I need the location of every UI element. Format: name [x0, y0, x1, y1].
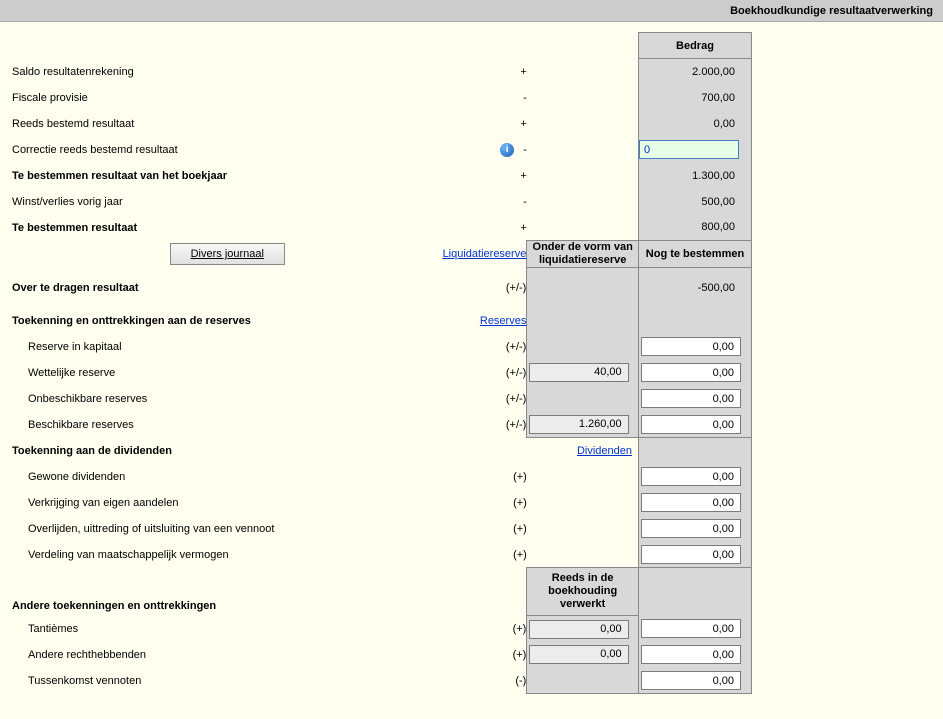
- row-te-best-jaar-label: Te bestemmen resultaat van het boekjaar: [12, 163, 443, 189]
- reserve-onbeschikbare-label: Onbeschikbare reserves: [12, 386, 443, 412]
- reserve-kapitaal-input[interactable]: [641, 337, 741, 356]
- row-saldo-value: 2.000,00: [639, 66, 743, 78]
- dividend-verdeling-label: Verdeling van maatschappelijk vermogen: [12, 542, 443, 568]
- row-reeds-sign: +: [443, 111, 527, 137]
- andere-rechth-label: Andere rechthebbenden: [12, 642, 443, 668]
- reserve-kapitaal-sign: (+/-): [443, 334, 527, 360]
- titlebar: Boekhoudkundige resultaatverwerking: [0, 0, 943, 22]
- reserve-wettelijke-label: Wettelijke reserve: [12, 360, 443, 386]
- andere-tussenkomst-input[interactable]: [641, 671, 741, 690]
- reserve-beschikbare-label: Beschikbare reserves: [12, 412, 443, 438]
- dividend-gewone-sign: (+): [443, 464, 527, 490]
- row-fiscale-sign: -: [443, 85, 527, 111]
- row-te-best-jaar-value: 1.300,00: [639, 170, 743, 182]
- reserves-link[interactable]: Reserves: [480, 315, 526, 327]
- dividenden-link[interactable]: Dividenden: [577, 445, 632, 457]
- row-fiscale-label: Fiscale provisie: [12, 85, 443, 111]
- andere-rechth-sign: (+): [443, 642, 527, 668]
- andere-rechth-input[interactable]: [641, 645, 741, 664]
- row-te-best-jaar-sign: +: [443, 163, 527, 189]
- andere-tantiemes-label: Tantièmes: [12, 616, 443, 642]
- row-saldo-label: Saldo resultatenrekening: [12, 59, 443, 85]
- reserve-onbeschikbare-sign: (+/-): [443, 386, 527, 412]
- dividend-overlijden-input[interactable]: [641, 519, 741, 538]
- header-bedrag: Bedrag: [638, 33, 751, 59]
- dividend-verkrijging-input[interactable]: [641, 493, 741, 512]
- reserve-beschikbare-input[interactable]: [641, 415, 741, 434]
- row-over-dragen-sign: (+/-): [443, 268, 527, 308]
- reserve-beschikbare-mid: 1.260,00: [529, 415, 629, 434]
- dividend-overlijden-label: Overlijden, uittreding of uitsluiting va…: [12, 516, 443, 542]
- row-correctie-sign: -: [523, 143, 527, 155]
- reserve-kapitaal-label: Reserve in kapitaal: [12, 334, 443, 360]
- row-te-best-sign: +: [443, 215, 527, 241]
- section-dividenden-label: Toekenning aan de dividenden: [12, 438, 443, 464]
- dividend-verkrijging-sign: (+): [443, 490, 527, 516]
- reserve-wettelijke-input[interactable]: [641, 363, 741, 382]
- row-saldo-sign: +: [443, 59, 527, 85]
- header-nog-bestemmen: Nog te bestemmen: [638, 241, 751, 268]
- info-icon[interactable]: i: [500, 143, 514, 157]
- andere-tussenkomst-label: Tussenkomst vennoten: [12, 668, 443, 694]
- dividend-gewone-input[interactable]: [641, 467, 741, 486]
- row-winstverlies-label: Winst/verlies vorig jaar: [12, 189, 443, 215]
- titlebar-text: Boekhoudkundige resultaatverwerking: [730, 5, 933, 17]
- main-panel: Bedrag Saldo resultatenrekening + 2.000,…: [0, 22, 943, 719]
- row-winstverlies-value: 500,00: [639, 196, 743, 208]
- reserve-wettelijke-sign: (+/-): [443, 360, 527, 386]
- andere-rechth-mid: 0,00: [529, 645, 629, 664]
- section-andere-label: Andere toekenningen en onttrekkingen: [12, 568, 443, 616]
- row-reeds-label: Reeds bestemd resultaat: [12, 111, 443, 137]
- dividend-verdeling-sign: (+): [443, 542, 527, 568]
- andere-tantiemes-sign: (+): [443, 616, 527, 642]
- reserve-wettelijke-mid: 40,00: [529, 363, 629, 382]
- dividend-verdeling-input[interactable]: [641, 545, 741, 564]
- row-over-dragen-value: -500,00: [639, 282, 743, 294]
- divers-journaal-button[interactable]: Divers journaal: [170, 243, 285, 265]
- reserve-onbeschikbare-input[interactable]: [641, 389, 741, 408]
- dividend-overlijden-sign: (+): [443, 516, 527, 542]
- header-onder-vorm: Onder de vorm van liquidatiereserve: [527, 241, 639, 268]
- andere-tantiemes-input[interactable]: [641, 619, 741, 638]
- correctie-input[interactable]: [639, 140, 739, 159]
- header-reeds-verwerkt: Reeds in de boekhouding verwerkt: [527, 568, 639, 616]
- dividend-verkrijging-label: Verkrijging van eigen aandelen: [12, 490, 443, 516]
- andere-tantiemes-mid: 0,00: [529, 620, 629, 639]
- row-te-best-value: 800,00: [639, 221, 743, 233]
- row-over-dragen-label: Over te dragen resultaat: [12, 268, 443, 308]
- row-reeds-value: 0,00: [639, 118, 743, 130]
- row-fiscale-value: 700,00: [639, 92, 743, 104]
- row-te-best-label: Te bestemmen resultaat: [12, 215, 443, 241]
- andere-tussenkomst-sign: (-): [443, 668, 527, 694]
- liquidatiereserve-link[interactable]: Liquidatiereserve: [443, 248, 527, 260]
- row-correctie-label: Correctie reeds bestemd resultaat: [12, 137, 443, 163]
- reserve-beschikbare-sign: (+/-): [443, 412, 527, 438]
- section-reserves-label: Toekenning en onttrekkingen aan de reser…: [12, 308, 443, 334]
- dividend-gewone-label: Gewone dividenden: [12, 464, 443, 490]
- row-winstverlies-sign: -: [443, 189, 527, 215]
